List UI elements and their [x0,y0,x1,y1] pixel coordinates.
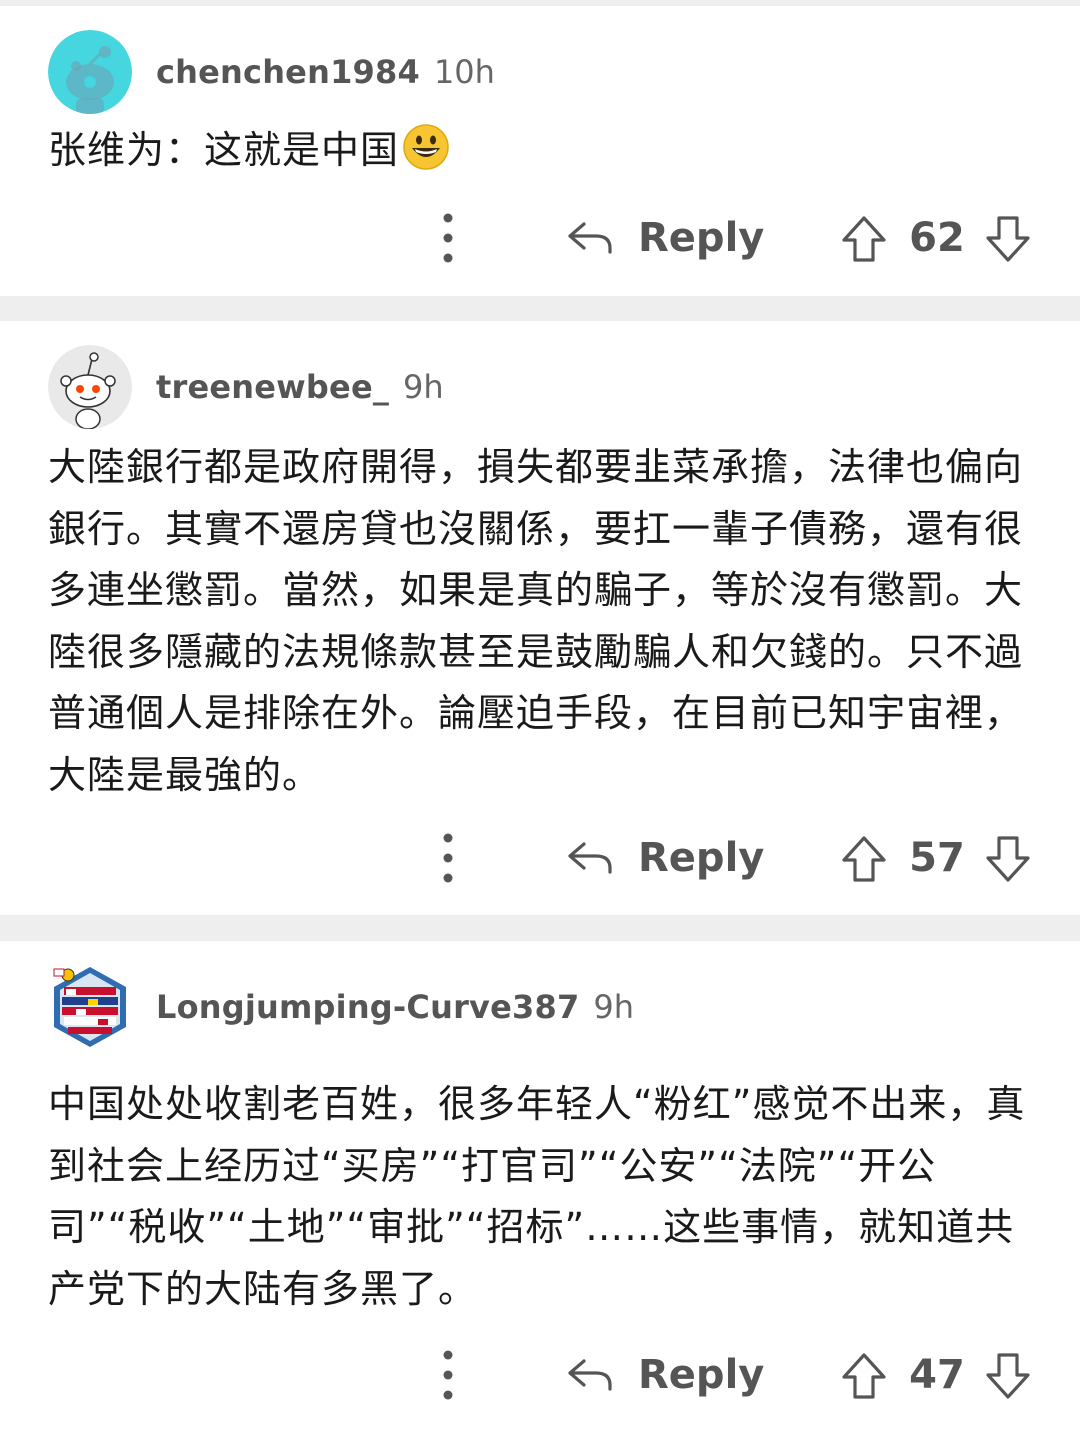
grinning-face-emoji-icon [403,124,449,170]
user-avatar[interactable] [48,345,132,429]
comment-header: chenchen1984 10h [48,30,495,114]
reply-button[interactable]: Reply [566,206,764,270]
comment-actions: Reply 62 [0,206,1080,270]
comment-timestamp: 10h [433,53,495,91]
comment-card: Longjumping-Curve387 9h 中国处处收割老百姓，很多年轻人“… [0,941,1080,1448]
upvote-arrow-icon[interactable] [840,834,888,884]
reply-arrow-icon [568,1359,612,1391]
downvote-arrow-icon[interactable] [984,1351,1032,1401]
more-vertical-icon[interactable] [432,828,464,888]
vote-score: 57 [909,835,965,881]
upvote-arrow-icon[interactable] [840,214,888,264]
comment-card: chenchen1984 10h 张维为：这就是中国 Reply 62 [0,6,1080,296]
downvote-arrow-icon[interactable] [984,834,1032,884]
comment-text: 张维为：这就是中国 [48,128,400,172]
user-avatar[interactable] [48,30,132,114]
author-name[interactable]: treenewbee_ [156,368,389,406]
reply-arrow-icon [568,842,612,874]
reply-arrow-icon [568,222,612,254]
comment-body: 中国处处收割老百姓，很多年轻人“粉红”感觉不出来，真到社会上经历过“买房”“打官… [48,1082,1026,1311]
reply-label: Reply [638,215,765,261]
downvote-arrow-icon[interactable] [984,214,1032,264]
reply-label: Reply [638,835,765,881]
comment-actions: Reply 57 [0,826,1080,890]
comment-timestamp: 9h [593,988,635,1026]
reply-button[interactable]: Reply [566,826,764,890]
author-name[interactable]: chenchen1984 [156,53,420,91]
reply-button[interactable]: Reply [566,1343,764,1407]
comment-body: 张维为：这就是中国 [48,120,1038,182]
more-vertical-icon[interactable] [432,208,464,268]
vote-score: 47 [909,1352,965,1398]
more-vertical-icon[interactable] [432,1345,464,1405]
author-name[interactable]: Longjumping-Curve387 [156,988,579,1026]
comment-body: 大陸銀行都是政府開得，損失都要韭菜承擔，法律也偏向銀行。其實不還房貸也沒關係，要… [48,445,1024,797]
comment-feed: chenchen1984 10h 张维为：这就是中国 Reply 62 tree… [0,0,1080,1448]
comment-actions: Reply 47 [0,1343,1080,1407]
comment-header: treenewbee_ 9h [48,345,444,429]
reply-label: Reply [638,1352,765,1398]
comment-header: Longjumping-Curve387 9h [48,965,634,1049]
comment-timestamp: 9h [403,368,444,406]
vote-score: 62 [909,215,965,261]
upvote-arrow-icon[interactable] [840,1351,888,1401]
user-avatar[interactable] [48,965,132,1049]
comment-card: treenewbee_ 9h 大陸銀行都是政府開得，損失都要韭菜承擔，法律也偏向… [0,321,1080,915]
